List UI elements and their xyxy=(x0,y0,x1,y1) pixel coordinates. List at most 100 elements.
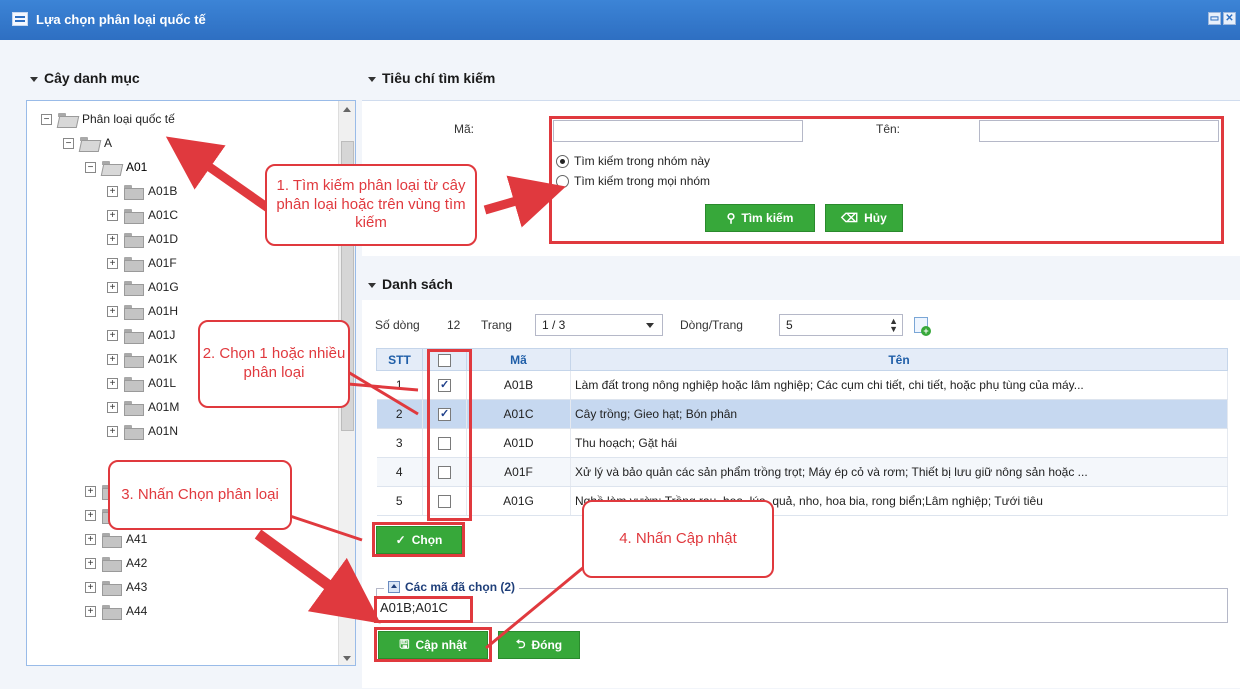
tree-node-sibling[interactable]: + A43 xyxy=(85,577,147,597)
folder-icon xyxy=(124,280,144,296)
folder-icon xyxy=(124,232,144,248)
close-button[interactable]: ⮌ Đóng xyxy=(498,631,580,659)
expand-icon[interactable]: + xyxy=(107,425,118,437)
expand-icon[interactable]: + xyxy=(85,581,96,593)
cell-ten: Làm đất trong nông nghiệp hoặc lâm nghiệ… xyxy=(570,370,1228,400)
tree-node-child[interactable]: + A01B xyxy=(107,181,177,201)
column-header-ma: Mã xyxy=(466,348,571,371)
collapse-icon[interactable]: − xyxy=(63,137,74,149)
tree-node-child[interactable]: + A01D xyxy=(107,229,178,249)
collapse-caret-icon xyxy=(368,282,376,288)
list-section-title: Danh sách xyxy=(382,276,453,292)
scroll-up-icon[interactable] xyxy=(343,107,351,112)
back-arrow-icon: ⮌ xyxy=(515,636,526,651)
table-row[interactable]: 5 A01G Nghề làm vườn; Trồng rau, hoa, lúa,… xyxy=(376,486,1228,516)
tree-node-child[interactable]: + A01J xyxy=(107,325,175,345)
collapse-icon[interactable]: − xyxy=(41,113,52,125)
folder-icon xyxy=(102,604,122,620)
tree-node-child[interactable]: + A01M xyxy=(107,397,179,417)
callout-step-1: 1. Tìm kiếm phân loại từ cây phân loại h… xyxy=(265,164,477,246)
callout-step-2: 2. Chọn 1 hoặc nhiều phân loại xyxy=(198,320,350,408)
expand-icon[interactable]: + xyxy=(85,509,96,521)
folder-icon xyxy=(124,328,144,344)
tree-node-label: A01N xyxy=(148,424,179,438)
dialog-window: Lựa chọn phân loại quốc tế ▭ ✕ Cây danh … xyxy=(0,0,1240,689)
tree-node-sibling[interactable]: + A44 xyxy=(85,601,147,621)
cell-ma: A01F xyxy=(466,457,571,487)
expand-icon[interactable]: + xyxy=(107,185,118,197)
spinner-arrows-icon[interactable]: ▲ ▼ xyxy=(889,317,898,334)
tree-node-a[interactable]: − A xyxy=(63,133,112,153)
tree-node-root[interactable]: − Phân loại quốc tế xyxy=(41,109,175,129)
tree-node-label: A01C xyxy=(148,208,179,222)
rows-per-page-label: Dòng/Trang xyxy=(680,318,743,332)
tree-node-sibling[interactable]: + A42 xyxy=(85,553,147,573)
cell-stt: 4 xyxy=(376,457,423,487)
restore-button[interactable]: ▭ xyxy=(1208,12,1221,25)
expand-icon[interactable]: + xyxy=(107,305,118,317)
page-select[interactable]: 1 / 3 xyxy=(535,314,663,336)
export-add-icon[interactable] xyxy=(914,317,931,336)
scroll-down-icon[interactable] xyxy=(343,656,351,661)
collapse-caret-icon xyxy=(368,76,376,82)
collapse-icon[interactable]: − xyxy=(85,161,96,173)
folder-open-icon xyxy=(80,136,98,150)
tree-node-child[interactable]: + A01N xyxy=(107,421,178,441)
folder-icon xyxy=(102,556,122,572)
tree-node-child[interactable]: + A01C xyxy=(107,205,178,225)
tree-node-child[interactable]: + A01K xyxy=(107,349,177,369)
tree-node-label: A43 xyxy=(126,580,148,594)
folder-icon xyxy=(124,208,144,224)
tree-node-child[interactable]: + A01L xyxy=(107,373,176,393)
cell-ma: A01G xyxy=(466,486,571,516)
folder-icon xyxy=(124,424,144,440)
tree-node-sibling[interactable]: + A41 xyxy=(85,529,147,549)
tree-node-label: A xyxy=(104,136,113,150)
cell-stt: 1 xyxy=(376,370,423,400)
column-header-stt: STT xyxy=(376,348,423,371)
expand-icon[interactable]: + xyxy=(107,233,118,245)
tree-node-a01[interactable]: − A01 xyxy=(85,157,147,177)
expand-icon[interactable]: + xyxy=(85,605,96,617)
expand-icon[interactable]: + xyxy=(85,533,96,545)
results-table: STT Mã Tên 1 A01BLàm đất trong nông nghiệ… xyxy=(376,348,1228,516)
chevron-down-icon xyxy=(646,323,654,328)
expand-icon[interactable]: + xyxy=(107,401,118,413)
expand-icon[interactable]: + xyxy=(107,329,118,341)
cell-ten: Thu hoạch; Gặt hái xyxy=(570,428,1228,458)
tree-node-label: A42 xyxy=(126,556,148,570)
folder-icon xyxy=(124,184,144,200)
list-section-header[interactable]: Danh sách xyxy=(368,276,453,292)
tree-node-label: A01D xyxy=(148,232,179,246)
close-window-button[interactable]: ✕ xyxy=(1223,12,1236,25)
column-header-ten: Tên xyxy=(570,348,1228,371)
expand-icon[interactable]: + xyxy=(107,209,118,221)
close-button-label: Đóng xyxy=(531,638,563,652)
table-header-row: STT Mã Tên xyxy=(376,348,1228,371)
tree-node-child[interactable]: + A01G xyxy=(107,277,179,297)
expand-icon[interactable]: + xyxy=(107,281,118,293)
collapse-toggle-icon[interactable] xyxy=(388,581,400,593)
callout-step-4: 4. Nhấn Cập nhật xyxy=(582,500,774,578)
table-row[interactable]: 3 A01D Thu hoạch; Gặt hái xyxy=(376,428,1228,458)
expand-icon[interactable]: + xyxy=(107,377,118,389)
folder-icon xyxy=(124,400,144,416)
title-bar: Lựa chọn phân loại quốc tế ▭ ✕ xyxy=(0,0,1240,40)
tree-node-label: A01 xyxy=(126,160,148,174)
tree-node-child[interactable]: + A01F xyxy=(107,253,177,273)
expand-icon[interactable]: + xyxy=(85,557,96,569)
tree-node-child[interactable]: + A01H xyxy=(107,301,178,321)
search-section-header[interactable]: Tiêu chí tìm kiếm xyxy=(368,70,495,86)
table-row[interactable]: 1 A01BLàm đất trong nông nghiệp hoặc lâm … xyxy=(376,370,1228,400)
table-row[interactable]: 2 A01CCây trồng; Gieo hạt; Bón phân xyxy=(376,399,1228,429)
folder-icon xyxy=(124,256,144,272)
picked-codes-legend[interactable]: Các mã đã chọn (2) xyxy=(384,580,520,594)
expand-icon[interactable]: + xyxy=(107,353,118,365)
tree-node-label: A01H xyxy=(148,304,179,318)
tree-section-header[interactable]: Cây danh mục xyxy=(30,70,140,86)
expand-icon[interactable]: + xyxy=(107,257,118,269)
rows-per-page-spinner[interactable]: 5 ▲ ▼ xyxy=(779,314,903,336)
expand-icon[interactable]: + xyxy=(85,485,96,497)
table-row[interactable]: 4 A01F Xử lý và bảo quản các sản phẩm trồn… xyxy=(376,457,1228,487)
cell-stt: 5 xyxy=(376,486,423,516)
